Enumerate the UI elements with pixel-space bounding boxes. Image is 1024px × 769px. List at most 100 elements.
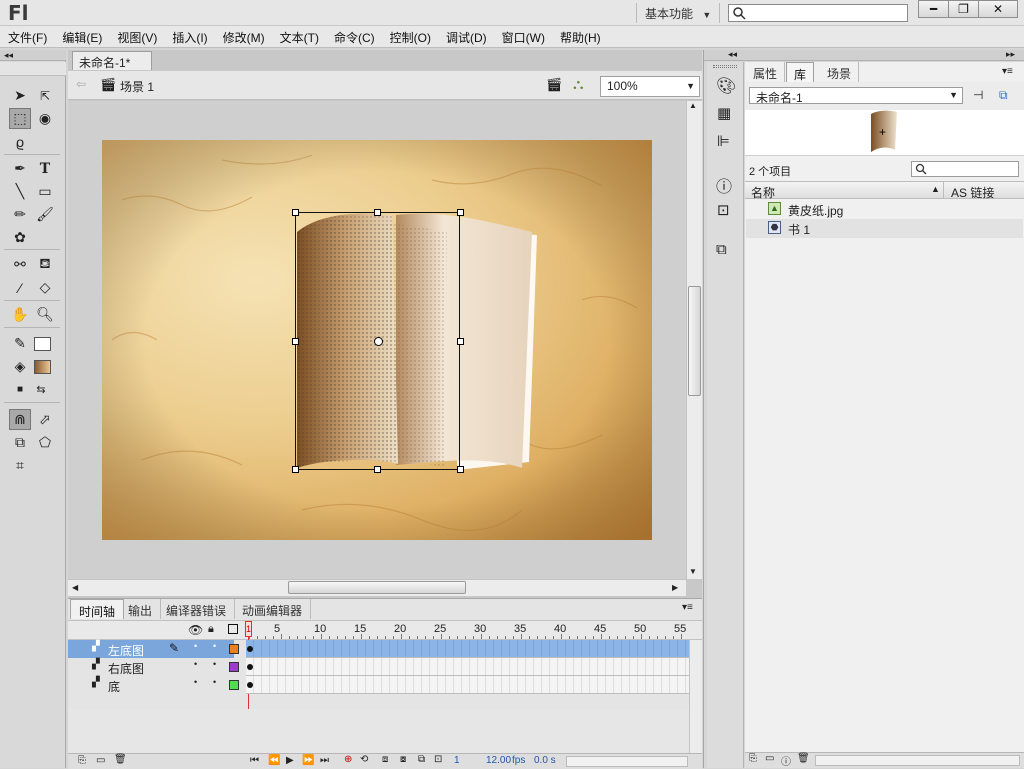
scroll-up-icon[interactable]: ▲ xyxy=(689,101,697,110)
info-panel-icon[interactable]: ⓘ xyxy=(716,173,732,197)
lock-icon[interactable]: 🔒︎ xyxy=(208,623,214,636)
step-back-icon[interactable]: ⏪ xyxy=(268,755,280,766)
transform-panel-icon[interactable]: ⊡ xyxy=(717,201,730,219)
zoom-tool-icon[interactable]: 🔍︎ xyxy=(34,304,56,325)
library-document-select[interactable]: 未命名-1 ▼ xyxy=(749,87,963,105)
library-horizontal-scrollbar[interactable] xyxy=(815,755,1020,766)
distort-icon[interactable]: ⬠ xyxy=(34,432,56,453)
collapse-arrows-icon[interactable]: ◂◂ xyxy=(728,49,737,60)
minimize-button[interactable]: ━ xyxy=(918,0,949,18)
layer-row[interactable]: ▞ 右底图 • • xyxy=(68,658,239,676)
tab-motion-editor[interactable]: 动画编辑器 xyxy=(234,599,312,619)
layer-outline-color[interactable] xyxy=(229,644,239,654)
horizontal-scroll-thumb[interactable] xyxy=(288,581,466,594)
new-folder-icon[interactable]: ▭ xyxy=(96,755,105,766)
hand-tool-icon[interactable]: ✋ xyxy=(9,304,31,325)
snap-to-objects-icon[interactable]: ⋒ xyxy=(9,409,31,430)
menu-modify[interactable]: 修改(M) xyxy=(215,26,272,48)
line-tool-icon[interactable]: ╲ xyxy=(9,181,31,202)
panel-menu-icon[interactable]: ▾≡ xyxy=(1002,66,1013,77)
scroll-left-icon[interactable]: ◀ xyxy=(72,583,78,592)
layer-frames[interactable] xyxy=(246,676,689,694)
tab-output[interactable]: 输出 xyxy=(120,599,162,619)
lock-dot[interactable]: • xyxy=(213,659,216,669)
visibility-dot[interactable]: • xyxy=(194,641,197,651)
center-frame-icon[interactable]: ⊕ xyxy=(344,754,352,765)
lasso-tool-icon[interactable]: ϱ xyxy=(9,131,31,152)
play-icon[interactable]: ▶ xyxy=(286,755,294,766)
free-transform-tool-icon[interactable]: ⬚ xyxy=(9,108,31,129)
stage[interactable] xyxy=(102,140,652,540)
stroke-color-icon[interactable]: ✎ xyxy=(9,333,31,354)
menu-help[interactable]: 帮助(H) xyxy=(552,26,608,48)
tools-panel-gripper[interactable] xyxy=(0,62,66,76)
new-symbol-icon[interactable]: ⎘ xyxy=(749,753,757,764)
tab-compiler-errors[interactable]: 编译器错误 xyxy=(158,599,236,619)
layer-outline-color[interactable] xyxy=(229,680,239,690)
restore-button[interactable]: ❐ xyxy=(948,0,979,18)
library-search-input[interactable] xyxy=(911,161,1019,177)
tab-properties[interactable]: 属性 xyxy=(746,62,786,82)
help-search-input[interactable] xyxy=(728,4,908,22)
vertical-scrollbar[interactable]: ▲ ▼ xyxy=(686,101,702,579)
frame-ruler[interactable]: 1510152025303540455055 xyxy=(246,621,689,639)
onion-skin-outlines-icon[interactable]: ⧇ xyxy=(400,754,406,765)
menu-window[interactable]: 窗口(W) xyxy=(494,26,552,48)
tab-timeline[interactable]: 时间轴 xyxy=(70,599,125,619)
transform-handle[interactable] xyxy=(457,466,464,473)
keyframe-dot[interactable] xyxy=(247,646,253,652)
pencil-tool-icon[interactable]: ✏ xyxy=(9,204,31,225)
library-item-bitmap[interactable]: ▲ 黄皮纸.jpg xyxy=(746,200,1023,219)
edit-symbols-icon[interactable]: ⛬ xyxy=(573,76,584,93)
transform-handle[interactable] xyxy=(292,338,299,345)
go-to-last-frame-icon[interactable]: ⏭ xyxy=(320,755,329,766)
transform-handle[interactable] xyxy=(292,209,299,216)
timeline-horizontal-scrollbar[interactable] xyxy=(566,756,688,767)
menu-debug[interactable]: 调试(D) xyxy=(438,26,494,48)
layer-frames[interactable] xyxy=(246,640,689,658)
transform-pivot-point[interactable] xyxy=(374,337,383,346)
deco-tool-icon[interactable]: ✿ xyxy=(9,227,31,248)
new-library-panel-icon[interactable]: ⧉ xyxy=(999,88,1008,103)
pen-tool-icon[interactable]: ✒ xyxy=(9,158,31,179)
menu-text[interactable]: 文本(T) xyxy=(272,26,326,48)
scene-label[interactable]: 场景 1 xyxy=(120,78,154,95)
delete-layer-icon[interactable]: 🗑︎ xyxy=(114,754,127,765)
library-item-graphic[interactable]: ⬣ 书 1 xyxy=(746,219,1023,238)
fill-color-icon[interactable]: ◈ xyxy=(9,356,31,377)
scale-icon[interactable]: ⧉ xyxy=(9,432,31,453)
gripper-icon[interactable] xyxy=(713,65,737,68)
step-forward-icon[interactable]: ⏩ xyxy=(302,755,314,766)
brush-tool-icon[interactable]: 🖌 xyxy=(34,204,56,225)
current-frame[interactable]: 1 xyxy=(454,755,460,766)
tab-scene[interactable]: 场景 xyxy=(820,62,860,82)
loop-icon[interactable]: ⟲ xyxy=(360,754,368,765)
outline-icon[interactable] xyxy=(228,624,238,634)
edit-multiple-frames-icon[interactable]: ⧉ xyxy=(418,754,425,765)
close-window-button[interactable]: ✕ xyxy=(978,0,1018,18)
back-arrow-icon[interactable]: ⇦ xyxy=(76,77,86,91)
zoom-select[interactable]: 100% ▼ xyxy=(600,76,700,97)
swatches-panel-icon[interactable]: ▦ xyxy=(717,104,731,122)
edit-scene-icon[interactable]: 🎬︎ xyxy=(546,77,563,93)
onion-skin-icon[interactable]: ⧈ xyxy=(382,754,388,765)
tab-library[interactable]: 库 xyxy=(786,62,815,82)
selection-tool-icon[interactable]: ➤ xyxy=(9,85,31,106)
transform-handle[interactable] xyxy=(374,466,381,473)
menu-commands[interactable]: 命令(C) xyxy=(326,26,382,48)
color-panel-icon[interactable]: 🎨︎ xyxy=(716,76,736,96)
transform-handle[interactable] xyxy=(457,209,464,216)
keyframe-dot[interactable] xyxy=(247,664,253,670)
layer-frames[interactable] xyxy=(246,658,689,676)
expand-arrows-icon[interactable]: ▸▸ xyxy=(1006,49,1015,60)
properties-icon[interactable]: ⓘ xyxy=(781,753,791,768)
layer-row[interactable]: ▞ 底 • • xyxy=(68,676,239,694)
visibility-dot[interactable]: • xyxy=(194,677,197,687)
subselection-tool-icon[interactable]: ⇱ xyxy=(34,85,56,106)
workspace-switcher[interactable]: 基本功能 ▼ xyxy=(636,3,721,23)
transform-handle[interactable] xyxy=(374,209,381,216)
eye-icon[interactable]: 👁︎ xyxy=(188,623,203,637)
swap-colors-icon[interactable]: ⇆ xyxy=(30,379,52,400)
default-colors-icon[interactable]: ■ xyxy=(9,379,31,400)
frame-rate[interactable]: 12.00 xyxy=(486,755,511,766)
